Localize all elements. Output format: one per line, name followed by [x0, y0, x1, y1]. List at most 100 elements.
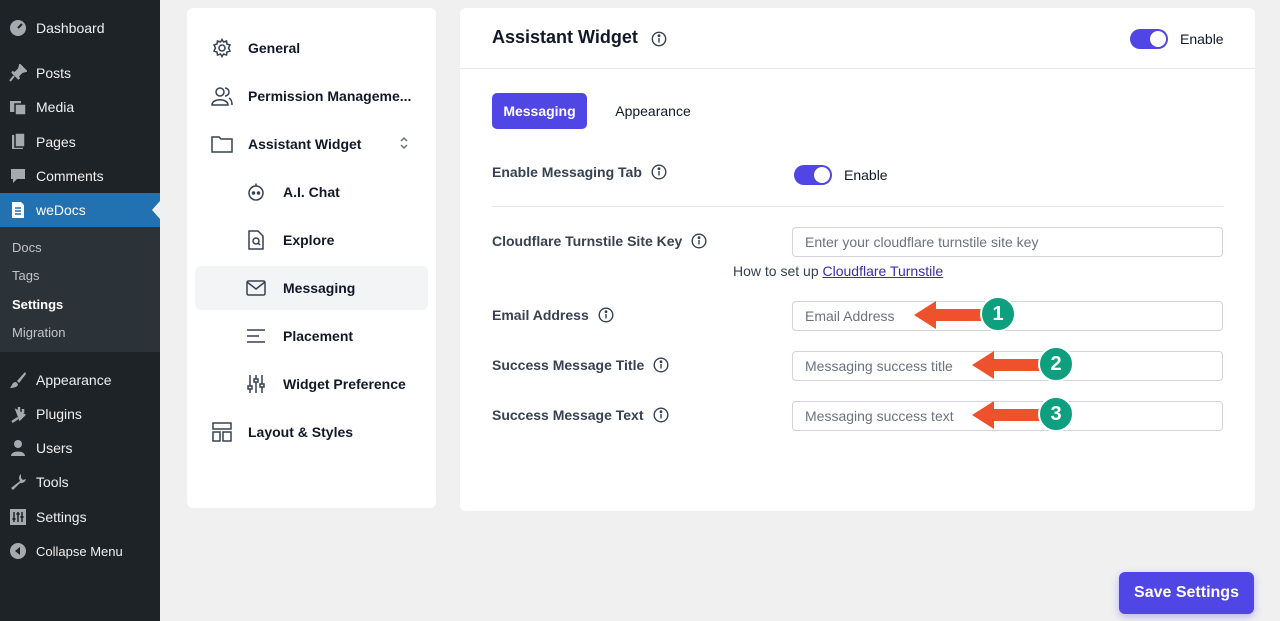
bot-icon	[245, 181, 267, 203]
pin-icon	[9, 64, 27, 82]
sliders-icon	[9, 508, 27, 526]
turnstile-help-link[interactable]: Cloudflare Turnstile	[823, 263, 944, 279]
chevron-updown-icon[interactable]	[399, 136, 409, 153]
info-icon[interactable]	[598, 307, 614, 323]
wp-menu-settings[interactable]: Settings	[0, 500, 160, 534]
folder-icon	[211, 133, 233, 155]
wp-menu-label: weDocs	[36, 202, 86, 218]
nav-label: Explore	[283, 232, 335, 248]
wp-submenu-tags[interactable]: Tags	[12, 268, 39, 283]
wp-submenu-settings[interactable]: Settings	[12, 297, 63, 312]
tab-appearance[interactable]: Appearance	[600, 93, 706, 129]
toggle-knob	[814, 167, 830, 183]
info-icon[interactable]	[652, 407, 669, 423]
annotation-badge: 3	[1038, 396, 1074, 432]
wp-menu-label: Settings	[36, 509, 87, 525]
wp-menu-label: Appearance	[36, 372, 112, 388]
nav-permission-management[interactable]: Permission Manageme...	[195, 74, 428, 118]
turnstile-help: How to set up Cloudflare Turnstile	[733, 263, 943, 279]
nav-label: Layout & Styles	[248, 424, 354, 440]
nav-label: Permission Manageme...	[248, 88, 412, 104]
wp-menu-appearance[interactable]: Appearance	[0, 363, 160, 397]
info-icon[interactable]	[691, 233, 707, 249]
wp-admin-sidebar: Dashboard Posts Media Pages Comments weD…	[0, 0, 160, 621]
enable-messaging-label: Enable Messaging Tab	[492, 164, 667, 180]
help-prefix: How to set up	[733, 263, 819, 279]
tab-messaging[interactable]: Messaging	[492, 93, 587, 129]
nav-general[interactable]: General	[195, 26, 428, 70]
wp-menu-dashboard[interactable]: Dashboard	[0, 11, 160, 45]
media-icon	[9, 98, 27, 116]
wp-menu-label: Users	[36, 440, 73, 456]
wp-menu-plugins[interactable]: Plugins	[0, 397, 160, 431]
settings-nav-panel: General Permission Manageme... Assistant…	[187, 8, 436, 508]
nav-explore[interactable]: Explore	[195, 218, 428, 262]
wp-submenu-docs[interactable]: Docs	[12, 240, 42, 255]
envelope-icon	[245, 277, 267, 299]
wp-menu-users[interactable]: Users	[0, 431, 160, 465]
nav-layout-styles[interactable]: Layout & Styles	[195, 410, 428, 454]
layout-icon	[211, 421, 233, 443]
info-icon[interactable]	[653, 357, 669, 373]
nav-label: General	[248, 40, 301, 56]
wp-menu-pages[interactable]: Pages	[0, 125, 160, 159]
wp-menu-label: Tools	[36, 474, 69, 490]
nav-label: Messaging	[283, 280, 356, 296]
info-icon[interactable]	[651, 30, 667, 46]
widget-enable-toggle[interactable]	[1130, 29, 1168, 49]
enable-messaging-toggle-label: Enable	[844, 167, 888, 183]
nav-messaging[interactable]: Messaging	[195, 266, 428, 310]
turnstile-label: Cloudflare Turnstile Site Key	[492, 233, 707, 249]
label-text: Success Message Title	[492, 357, 645, 373]
email-label: Email Address	[492, 307, 614, 323]
label-text: Success Message Text	[492, 407, 644, 423]
collapse-icon	[9, 542, 27, 560]
brush-icon	[9, 371, 27, 389]
divider	[492, 206, 1223, 207]
turnstile-site-key-input[interactable]: Enter your cloudflare turnstile site key	[792, 227, 1223, 257]
wrench-icon	[9, 473, 27, 491]
nav-ai-chat[interactable]: A.I. Chat	[195, 170, 428, 214]
label-text: Cloudflare Turnstile Site Key	[492, 233, 683, 249]
enable-messaging-toggle[interactable]	[794, 165, 832, 185]
pages-icon	[9, 133, 27, 151]
plug-icon	[9, 405, 27, 423]
nav-assistant-widget[interactable]: Assistant Widget	[195, 122, 428, 166]
wp-menu-comments[interactable]: Comments	[0, 159, 160, 193]
adjustments-icon	[245, 373, 267, 395]
wedocs-submenu: Docs Tags Settings Migration	[0, 227, 160, 352]
success-text-label: Success Message Text	[492, 407, 669, 423]
dashboard-icon	[9, 19, 27, 37]
wp-menu-media[interactable]: Media	[0, 90, 160, 124]
page-title: Assistant Widget	[492, 27, 667, 48]
nav-label: Placement	[283, 328, 354, 344]
wp-menu-label: Posts	[36, 65, 72, 81]
widget-enable-label: Enable	[1180, 31, 1224, 47]
nav-widget-preference[interactable]: Widget Preference	[195, 362, 428, 406]
page-title-text: Assistant Widget	[492, 27, 638, 47]
align-left-icon	[245, 325, 267, 347]
save-settings-button[interactable]: Save Settings	[1119, 572, 1254, 614]
wp-menu-label: Pages	[36, 134, 76, 150]
nav-label: Assistant Widget	[248, 136, 362, 152]
gear-icon	[211, 37, 233, 59]
wp-menu-tools[interactable]: Tools	[0, 465, 160, 499]
wp-menu-collapse[interactable]: Collapse Menu	[0, 534, 160, 568]
label-text: Enable Messaging Tab	[492, 164, 642, 180]
document-icon	[9, 201, 27, 219]
annotation-badge: 1	[980, 296, 1016, 332]
user-icon	[9, 439, 27, 457]
wp-menu-label: Comments	[36, 168, 104, 184]
wp-menu-label: Dashboard	[36, 20, 105, 36]
info-icon[interactable]	[651, 164, 667, 180]
wp-submenu-migration[interactable]: Migration	[12, 325, 65, 340]
wp-menu-posts[interactable]: Posts	[0, 56, 160, 90]
nav-placement[interactable]: Placement	[195, 314, 428, 358]
assistant-widget-panel: Assistant Widget Enable Messaging Appear…	[460, 8, 1255, 511]
panel-header: Assistant Widget Enable	[460, 8, 1255, 69]
users-icon	[211, 85, 233, 107]
toggle-knob	[1150, 31, 1166, 47]
nav-label: Widget Preference	[283, 376, 406, 392]
wp-menu-label: Plugins	[36, 406, 82, 422]
wp-menu-wedocs[interactable]: weDocs	[0, 193, 160, 227]
